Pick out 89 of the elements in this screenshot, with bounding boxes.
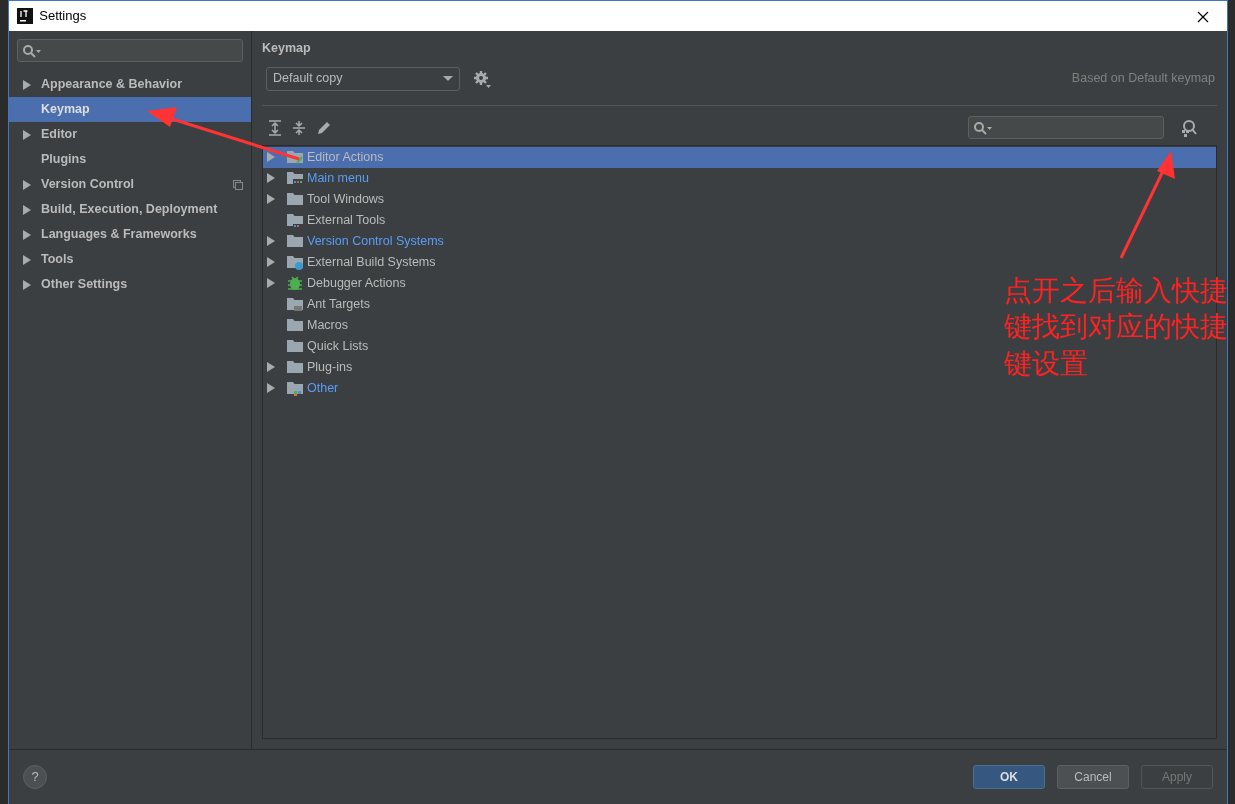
annotation-text: 点开之后输入快捷键找到对应的快捷键设置 [1004,273,1228,382]
sidebar-item[interactable]: Languages & Frameworks [9,222,251,247]
tree-item[interactable]: Other [263,377,343,399]
caret-icon [443,76,453,82]
tree-item-label: Editor Actions [307,148,384,166]
dialog-button[interactable]: Cancel [1057,765,1129,789]
window-title: Settings [39,7,87,26]
sidebar-item-label: Version Control [41,176,135,194]
tree-item[interactable]: Tool Windows [263,188,389,210]
expand-arrow-icon [23,279,31,290]
tree-item-label: External Tools [307,211,386,229]
tree-item[interactable]: Ant Targets [263,293,374,315]
expand-arrow-icon [267,236,275,247]
sidebar-item-label: Keymap [41,101,90,119]
tree-item-label: Plug-ins [307,358,353,376]
sidebar-item[interactable]: Build, Execution, Deployment [9,197,251,222]
bug-icon [287,275,303,292]
expand-all-icon [268,119,282,136]
expand-arrow-icon [23,204,31,215]
tree-item-label: Quick Lists [307,337,369,355]
sidebar-item-label: Plugins [41,151,87,169]
folder-icon [287,233,303,250]
sidebar-item[interactable]: Tools [9,247,251,272]
pencil-icon [316,119,332,136]
tree-item-label: Ant Targets [307,295,370,313]
help-button[interactable]: ? [23,765,47,789]
expand-arrow-icon [267,362,275,373]
tree-item[interactable]: Plug-ins [263,356,357,378]
tree-item-label: Debugger Actions [307,274,406,292]
tree-item-label: External Build Systems [307,253,436,271]
expand-arrow-icon [267,152,275,163]
dialog-button[interactable]: OK [973,765,1045,789]
tree-item-label: Main menu [307,169,369,187]
expand-arrow-icon [23,79,31,90]
tree-item[interactable]: External Build Systems [263,251,440,273]
sidebar-item[interactable]: Keymap [9,97,251,122]
search-field[interactable] [968,116,1164,140]
based-on-text: Based on Default keymap [1071,70,1215,88]
tree-item[interactable]: External Tools [263,209,390,231]
settings-icon [472,70,491,89]
search-icon [22,43,42,58]
tree-item[interactable]: Quick Lists [263,335,373,357]
folder-icon [287,359,303,376]
expand-arrow-icon [23,229,31,240]
sidebar-item[interactable]: Other Settings [9,272,251,297]
folder-icon [287,254,303,271]
sidebar-item[interactable]: Appearance & Behavior [9,72,251,97]
search-icon [973,120,993,135]
expand-arrow-icon [267,173,275,184]
sidebar-item[interactable]: Version Control [9,172,251,197]
folder-icon [287,170,303,187]
sidebar-item-label: Other Settings [41,276,128,294]
expand-arrow-icon [23,129,31,140]
folder-icon [287,338,303,355]
keymap-dropdown[interactable]: Default copy [266,66,460,91]
expand-arrow-icon [23,179,31,190]
folder-icon [287,191,303,208]
tree-item-label: Other [307,379,339,397]
panel-title: Keymap [262,40,312,57]
tree-item-label: Tool Windows [307,190,385,208]
expand-arrow-icon [23,254,31,265]
folder-icon [287,317,303,334]
tree-item-label: Version Control Systems [307,232,444,250]
find-shortcut-icon [1180,119,1199,138]
tree-item[interactable]: Main menu [263,167,373,189]
tree-item[interactable]: Version Control Systems [263,230,448,252]
sidebar-item[interactable]: Editor [9,122,251,147]
folder-icon [287,380,303,397]
folder-icon [287,212,303,229]
folder-icon [287,296,303,313]
expand-arrow-icon [267,383,275,394]
tree-item[interactable]: Debugger Actions [263,272,410,294]
sidebar-item-label: Languages & Frameworks [41,226,197,244]
settings-button[interactable] [472,69,491,89]
search-field[interactable] [17,39,243,62]
expand-arrow-icon [267,278,275,289]
tree-item-label: Macros [307,316,348,334]
app-logo-icon [17,8,33,24]
sidebar-item-label: Appearance & Behavior [41,76,183,94]
sidebar-item-label: Tools [41,251,74,269]
sidebar-item[interactable]: Plugins [9,147,251,172]
expand-arrow-icon [267,194,275,205]
tree-item[interactable]: Macros [263,314,352,336]
find-by-shortcut-button[interactable] [1180,118,1199,138]
expand-arrow-icon [267,257,275,268]
sidebar-item-label: Build, Execution, Deployment [41,201,218,219]
collapse-all-icon [292,119,306,136]
sidebar-item-label: Editor [41,126,78,144]
close-icon [1197,10,1209,23]
